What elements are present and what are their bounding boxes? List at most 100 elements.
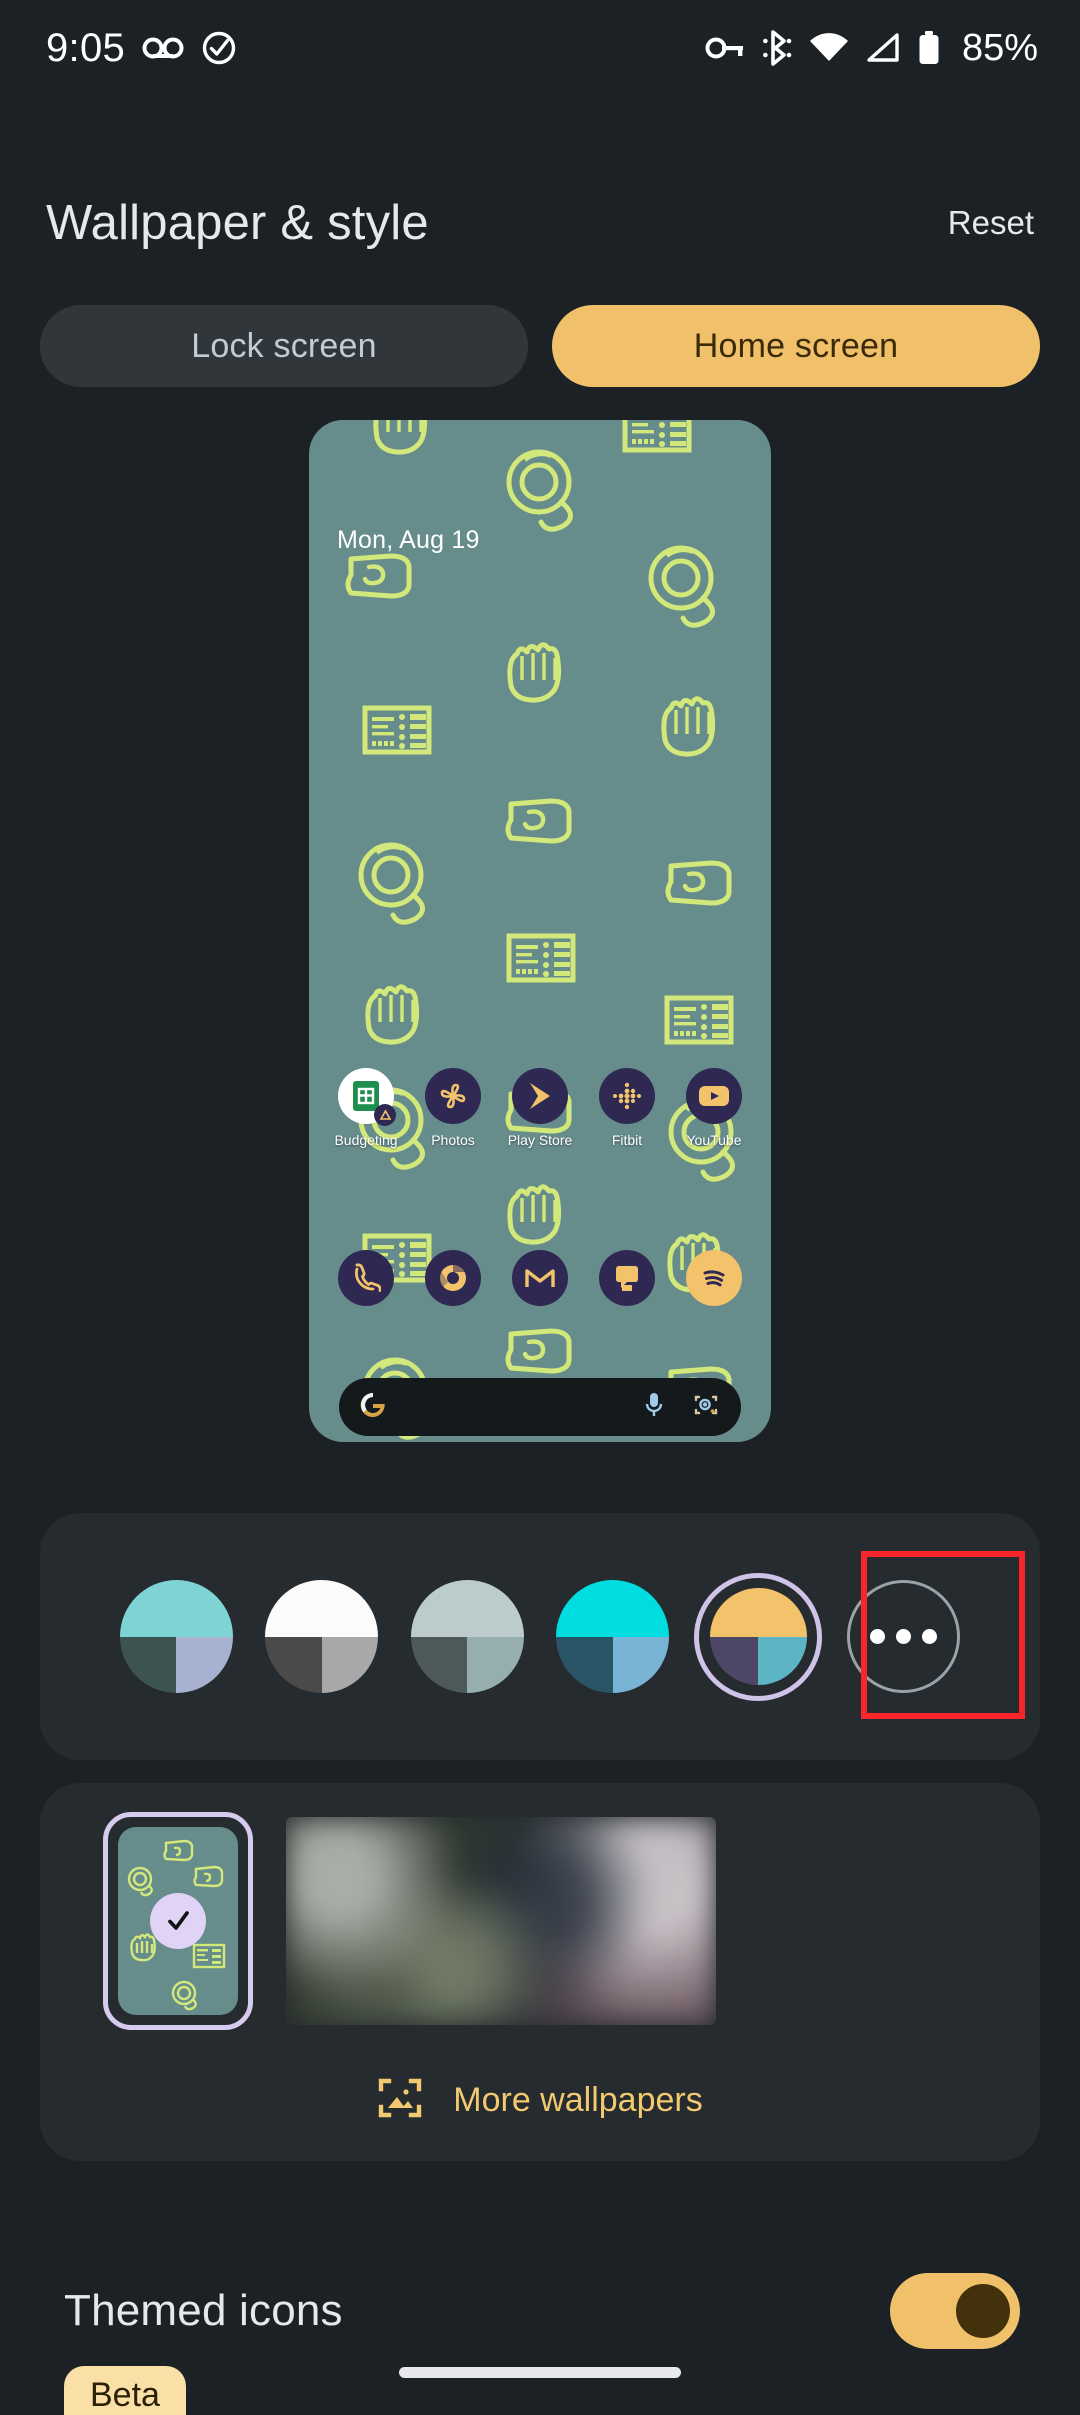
page-header: Wallpaper & style Reset xyxy=(0,168,1080,278)
more-colors-button[interactable] xyxy=(847,1580,961,1693)
preview-app-label: Photos xyxy=(431,1132,475,1148)
home-gesture-bar[interactable] xyxy=(399,2367,681,2378)
preview-dock-gmail[interactable] xyxy=(507,1250,573,1306)
preview-date: Mon, Aug 19 xyxy=(337,526,480,554)
preview-dock-phone[interactable] xyxy=(333,1250,399,1306)
vpn-key-icon xyxy=(705,35,745,61)
wifi-icon xyxy=(809,33,849,63)
play-store-icon xyxy=(512,1068,568,1124)
swatch-top-quadrant xyxy=(709,1588,807,1637)
status-bar: 9:05 85% xyxy=(0,0,1080,96)
color-swatch-option[interactable] xyxy=(258,1573,386,1701)
reset-button[interactable]: Reset xyxy=(948,204,1034,242)
color-swatch-row xyxy=(40,1513,1040,1760)
sheets-icon xyxy=(338,1068,396,1126)
youtube-icon xyxy=(686,1068,742,1124)
spotify-icon xyxy=(686,1250,742,1306)
three-dots-icon xyxy=(870,1629,886,1644)
preview-dock-spotify[interactable] xyxy=(681,1250,747,1306)
color-swatch-option[interactable] xyxy=(112,1573,240,1701)
bluetooth-icon xyxy=(762,30,792,66)
preview-app-row: Budgeting Photos Play Store Fitbit YouTu… xyxy=(309,1068,771,1148)
swatch-bottom-left-quadrant xyxy=(265,1636,322,1693)
preview-dock-messages[interactable] xyxy=(594,1250,660,1306)
home-screen-preview[interactable]: Mon, Aug 19 Budgeting Photos Play Store … xyxy=(309,420,771,1442)
color-swatch-cyan-blue[interactable] xyxy=(556,1580,670,1693)
preview-app-label: Budgeting xyxy=(334,1132,398,1148)
status-bar-right: 85% xyxy=(705,27,1038,70)
preview-app-label: Play Store xyxy=(507,1132,573,1148)
themed-icons-label: Themed icons xyxy=(64,2286,343,2335)
color-swatch-option[interactable] xyxy=(403,1573,531,1701)
drive-badge-icon xyxy=(374,1104,396,1126)
color-swatch-option[interactable] xyxy=(549,1573,677,1701)
google-g-icon xyxy=(359,1391,387,1424)
preview-app-play-store[interactable]: Play Store xyxy=(507,1068,573,1148)
swatch-top-quadrant xyxy=(556,1580,670,1637)
themed-icons-toggle[interactable] xyxy=(890,2273,1020,2349)
cellular-signal-icon xyxy=(866,33,900,63)
messages-icon xyxy=(599,1250,655,1306)
preview-dock-chrome[interactable] xyxy=(420,1250,486,1306)
swatch-bottom-right-quadrant xyxy=(176,1636,233,1693)
color-options-card xyxy=(40,1513,1040,1760)
photo-wallpaper-blurred-image xyxy=(286,1817,716,2025)
preview-app-fitbit[interactable]: Fitbit xyxy=(594,1068,660,1148)
status-bar-left: 9:05 xyxy=(46,26,237,71)
preview-dock-row xyxy=(309,1250,771,1306)
page-title: Wallpaper & style xyxy=(46,196,429,250)
preview-app-label: YouTube xyxy=(686,1132,742,1148)
tab-lock-screen[interactable]: Lock screen xyxy=(40,305,528,387)
wallpaper-selected-check-badge xyxy=(150,1893,206,1949)
wallpaper-thumb-selected[interactable] xyxy=(103,1812,253,2030)
color-swatch-teal-periwinkle[interactable] xyxy=(119,1580,233,1693)
toggle-knob xyxy=(956,2284,1010,2338)
color-swatch-option-selected[interactable] xyxy=(694,1572,823,1701)
color-swatch-amber-purple-teal[interactable] xyxy=(709,1588,807,1685)
photos-icon xyxy=(425,1068,481,1124)
preview-app-label: Fitbit xyxy=(611,1132,643,1148)
swatch-bottom-left-quadrant xyxy=(410,1636,468,1693)
preview-app-youtube[interactable]: YouTube xyxy=(681,1068,747,1148)
more-wallpapers-button[interactable]: More wallpapers xyxy=(40,2065,1040,2135)
screen-mode-tabs: Lock screen Home screen xyxy=(40,305,1040,387)
wallpaper-options-card: More wallpapers xyxy=(40,1783,1040,2161)
image-frame-icon xyxy=(377,2075,423,2126)
more-colors-option[interactable] xyxy=(840,1573,968,1701)
microphone-icon[interactable] xyxy=(643,1391,665,1424)
beta-badge: Beta xyxy=(64,2366,186,2415)
google-lens-icon[interactable] xyxy=(693,1392,719,1423)
preview-app-photos[interactable]: Photos xyxy=(420,1068,486,1148)
check-circle-icon xyxy=(201,30,237,66)
swatch-bottom-right-quadrant xyxy=(467,1636,524,1693)
battery-icon xyxy=(917,30,941,66)
tab-home-screen[interactable]: Home screen xyxy=(552,305,1040,387)
themed-icons-row: Themed icons xyxy=(0,2263,1080,2359)
gmail-icon xyxy=(512,1250,568,1306)
swatch-top-quadrant xyxy=(119,1580,233,1637)
fitbit-icon xyxy=(599,1068,655,1124)
doodle-wallpaper-thumb xyxy=(118,1827,238,2015)
swatch-top-quadrant xyxy=(265,1580,379,1637)
status-time: 9:05 xyxy=(46,25,126,70)
photo-wallpaper-thumb[interactable] xyxy=(286,1817,716,2025)
swatch-bottom-left-quadrant xyxy=(556,1636,613,1693)
three-dots-icon xyxy=(922,1629,938,1644)
swatch-bottom-right-quadrant xyxy=(758,1636,807,1685)
more-wallpapers-label: More wallpapers xyxy=(453,2080,703,2119)
three-dots-icon xyxy=(896,1629,912,1644)
preview-phone-frame: Mon, Aug 19 Budgeting Photos Play Store … xyxy=(309,420,771,1442)
swatch-top-quadrant xyxy=(410,1580,524,1637)
preview-app-budgeting[interactable]: Budgeting xyxy=(333,1068,399,1148)
swatch-bottom-left-quadrant xyxy=(709,1636,759,1685)
swatch-bottom-right-quadrant xyxy=(612,1636,670,1693)
color-swatch-monochrome-white[interactable] xyxy=(265,1580,379,1693)
chrome-icon xyxy=(425,1250,481,1306)
google-search-bar[interactable] xyxy=(339,1378,741,1436)
swatch-bottom-right-quadrant xyxy=(321,1636,379,1693)
battery-percent: 85% xyxy=(961,26,1038,69)
phone-icon xyxy=(338,1250,394,1306)
voicemail-icon xyxy=(142,33,184,63)
color-swatch-sage-grey[interactable] xyxy=(410,1580,524,1693)
swatch-bottom-left-quadrant xyxy=(119,1636,176,1693)
